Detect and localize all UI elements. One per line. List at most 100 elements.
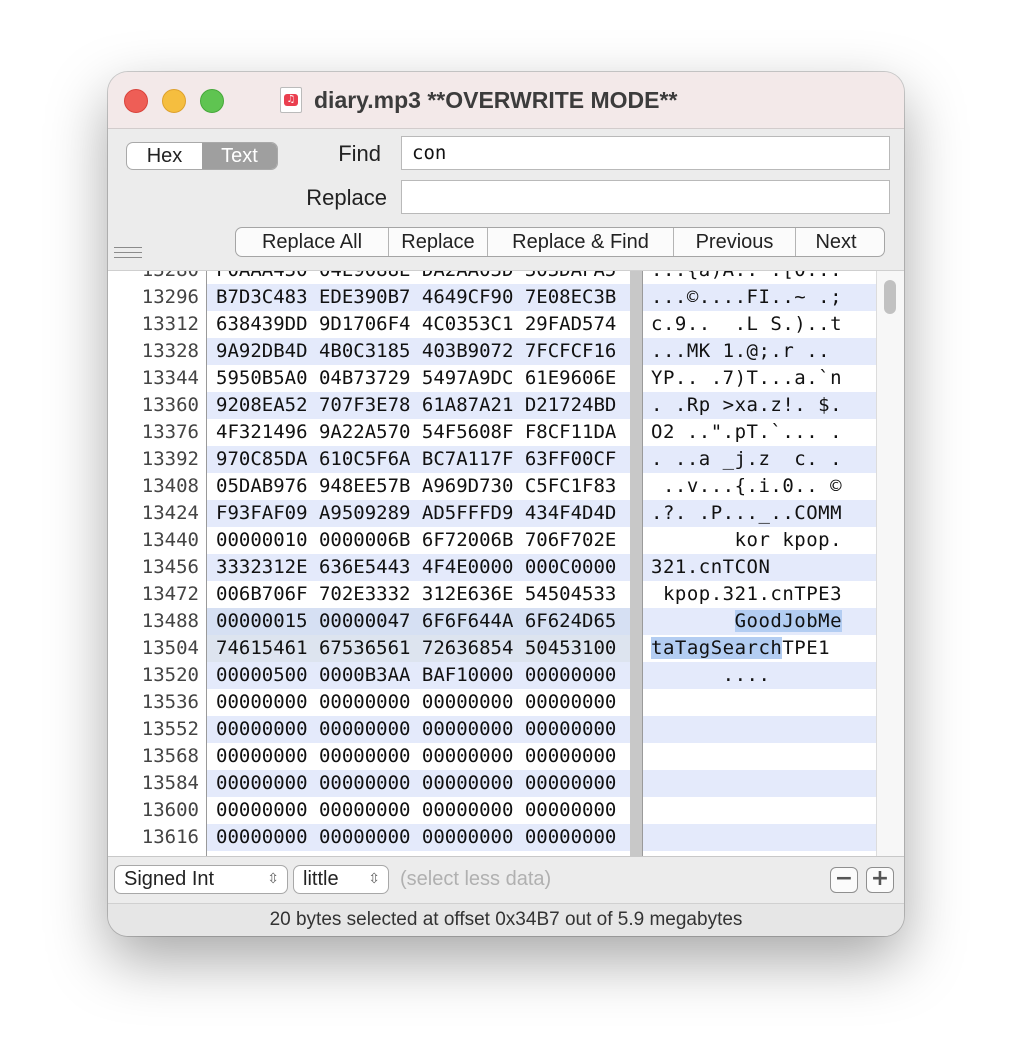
- selected-text[interactable]: taTagSearch: [651, 637, 783, 659]
- hex-row[interactable]: 00000000 00000000 00000000 00000000: [207, 824, 630, 851]
- text-row[interactable]: O2 ..".pT.`... .: [643, 419, 876, 446]
- inspector-hint: (select less data): [400, 868, 552, 890]
- hex-row[interactable]: 00000500 0000B3AA BAF10000 00000000: [207, 662, 630, 689]
- updown-chevron-icon: ⇳: [368, 871, 380, 887]
- status-bar: 20 bytes selected at offset 0x34B7 out o…: [108, 903, 904, 936]
- text-row[interactable]: [643, 770, 876, 797]
- text-row[interactable]: 321.cnTCON: [643, 554, 876, 581]
- text-row[interactable]: ...{a)A.. .[0...: [643, 271, 876, 284]
- offset-column: 13280 13296 13312 13328 13344 13360 13376 13392…: [108, 271, 206, 857]
- text-row[interactable]: . .Rp >xa.z!. $.: [643, 392, 876, 419]
- replace-all-button[interactable]: Replace All: [236, 228, 389, 256]
- title-group: ♫ diary.mp3 **OVERWRITE MODE**: [280, 84, 677, 116]
- hex-row[interactable]: F93FAF09 A9509289 AD5FFFD9 434F4D4D: [207, 500, 630, 527]
- hex-row[interactable]: 9A92DB4D 4B0C3185 403B9072 7FCFCF16: [207, 338, 630, 365]
- type-select[interactable]: Signed Int ⇳: [114, 865, 288, 894]
- text-row[interactable]: .?. .P..._..COMM: [643, 500, 876, 527]
- endian-select-value: little: [303, 868, 339, 890]
- hex-row[interactable]: 006B706F 702E3332 312E636E 54504533: [207, 581, 630, 608]
- close-button[interactable]: [124, 89, 148, 113]
- mode-hex-button[interactable]: Hex: [127, 143, 202, 169]
- offset-cell: 13600: [141, 799, 199, 821]
- hex-editor-window: ♫ diary.mp3 **OVERWRITE MODE** Hex Text …: [108, 72, 904, 936]
- hex-row[interactable]: 00000000 00000000 00000000 00000000: [207, 797, 630, 824]
- text-fragment: TPE1: [782, 637, 831, 659]
- offset-cell: 13584: [141, 772, 199, 794]
- plus-icon[interactable]: +: [866, 867, 894, 893]
- offset-cell: 13280: [141, 270, 199, 281]
- minus-icon[interactable]: −: [830, 867, 858, 893]
- text-row[interactable]: [643, 797, 876, 824]
- hex-row[interactable]: 9208EA52 707F3E78 61A87A21 D21724BD: [207, 392, 630, 419]
- text-row[interactable]: ..v...{.i.0.. ©: [643, 473, 876, 500]
- zoom-button[interactable]: [200, 89, 224, 113]
- hex-row[interactable]: 4F321496 9A22A570 54F5608F F8CF11DA: [207, 419, 630, 446]
- hex-row[interactable]: 5950B5A0 04B73729 5497A9DC 61E9606E: [207, 365, 630, 392]
- text-row[interactable]: [643, 743, 876, 770]
- text-row[interactable]: [643, 824, 876, 851]
- offset-cell: 13344: [141, 367, 199, 389]
- text-row[interactable]: taTagSearchTPE1: [643, 635, 876, 662]
- hex-row[interactable]: 05DAB976 948EE57B A969D730 C5FC1F83: [207, 473, 630, 500]
- previous-button[interactable]: Previous: [674, 228, 796, 256]
- replace-button-group: Replace All Replace Replace & Find Previ…: [235, 227, 885, 257]
- text-row[interactable]: ...MK 1.@;.r ..: [643, 338, 876, 365]
- window-title: diary.mp3 **OVERWRITE MODE**: [314, 86, 678, 113]
- offset-cell: 13472: [141, 583, 199, 605]
- hex-row[interactable]: F0AAA430 04E9088E DA2AA03D 303DAFA5: [207, 271, 630, 284]
- next-button[interactable]: Next: [796, 228, 876, 256]
- offset-cell: 13424: [141, 502, 199, 524]
- offset-cell: 13488: [141, 610, 199, 632]
- offset-cell: 13568: [141, 745, 199, 767]
- minimize-button[interactable]: [162, 89, 186, 113]
- hex-row[interactable]: B7D3C483 EDE390B7 4649CF90 7E08EC3B: [207, 284, 630, 311]
- scroll-thumb[interactable]: [884, 280, 896, 314]
- column-divider[interactable]: [630, 271, 643, 857]
- updown-chevron-icon: ⇳: [267, 871, 279, 887]
- title-bar[interactable]: ♫ diary.mp3 **OVERWRITE MODE**: [108, 72, 904, 129]
- hex-row[interactable]: 00000015 00000047 6F6F644A 6F624D65: [207, 608, 630, 635]
- offset-cell: 13296: [141, 286, 199, 308]
- text-row[interactable]: [643, 716, 876, 743]
- selected-text[interactable]: GoodJobMe: [734, 610, 843, 632]
- vertical-scrollbar[interactable]: [876, 271, 904, 857]
- offset-cell: 13616: [141, 826, 199, 848]
- hex-column[interactable]: F0AAA430 04E9088E DA2AA03D 303DAFA5 B7D3C…: [206, 271, 631, 857]
- replace-and-find-button[interactable]: Replace & Find: [488, 228, 674, 256]
- offset-cell: 13392: [141, 448, 199, 470]
- text-row[interactable]: ...©....FI..~ .;: [643, 284, 876, 311]
- hex-row[interactable]: 74615461 67536561 72636854 50453100: [207, 635, 630, 662]
- hex-row[interactable]: 3332312E 636E5443 4F4E0000 000C0000: [207, 554, 630, 581]
- hex-row[interactable]: 00000000 00000000 00000000 00000000: [207, 716, 630, 743]
- text-row[interactable]: [643, 689, 876, 716]
- text-row[interactable]: c.9.. .L S.)..t: [643, 311, 876, 338]
- resize-grip-icon[interactable]: [114, 247, 142, 261]
- text-row[interactable]: YP.. .7)T...a.`n: [643, 365, 876, 392]
- text-row[interactable]: ....: [643, 662, 876, 689]
- text-row[interactable]: GoodJobMe: [643, 608, 876, 635]
- mode-segmented-control: Hex Text: [126, 142, 278, 170]
- find-input[interactable]: con: [401, 136, 890, 170]
- offset-cell: 13456: [141, 556, 199, 578]
- hex-view[interactable]: 13280 13296 13312 13328 13344 13360 13376 13392…: [108, 270, 904, 857]
- mode-text-button[interactable]: Text: [202, 143, 277, 169]
- replace-button[interactable]: Replace: [389, 228, 488, 256]
- text-row[interactable]: kor kpop.: [643, 527, 876, 554]
- hex-row[interactable]: 00000000 00000000 00000000 00000000: [207, 770, 630, 797]
- text-column[interactable]: ...{a)A.. .[0... ...©....FI..~ .; c.9.. .L…: [643, 271, 876, 857]
- replace-label: Replace: [306, 185, 387, 210]
- hex-row[interactable]: 638439DD 9D1706F4 4C0353C1 29FAD574: [207, 311, 630, 338]
- offset-cell: 13376: [141, 421, 199, 443]
- text-row[interactable]: . ..a _j.z c. .: [643, 446, 876, 473]
- replace-input[interactable]: [401, 180, 890, 214]
- text-row[interactable]: kpop.321.cnTPE3: [643, 581, 876, 608]
- hex-row[interactable]: 00000000 00000000 00000000 00000000: [207, 689, 630, 716]
- endian-select[interactable]: little ⇳: [293, 865, 389, 894]
- hex-row[interactable]: 970C85DA 610C5F6A BC7A117F 63FF00CF: [207, 446, 630, 473]
- hex-row[interactable]: 00000000 00000000 00000000 00000000: [207, 743, 630, 770]
- offset-cell: 13536: [141, 691, 199, 713]
- offset-cell: 13440: [141, 529, 199, 551]
- find-label: Find: [338, 141, 381, 166]
- offset-cell: 13408: [141, 475, 199, 497]
- hex-row[interactable]: 00000010 0000006B 6F72006B 706F702E: [207, 527, 630, 554]
